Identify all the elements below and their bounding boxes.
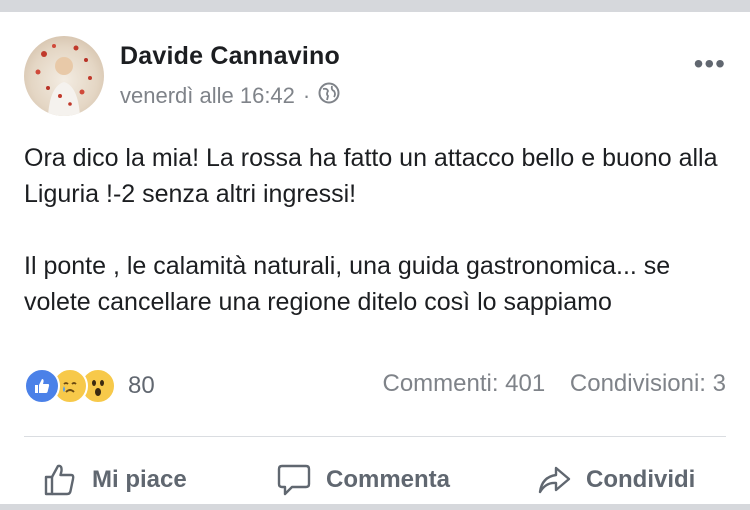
like-button[interactable]: Mi piace xyxy=(42,452,187,508)
post-card: Davide Cannavino venerdì alle 16:42 · ••… xyxy=(0,12,750,504)
avatar[interactable] xyxy=(24,36,104,116)
meta-separator: · xyxy=(302,83,311,108)
globe-icon xyxy=(318,82,340,110)
share-icon xyxy=(538,466,571,494)
post-body: Ora dico la mia! La rossa ha fatto un at… xyxy=(24,140,734,320)
post-paragraph: Ora dico la mia! La rossa ha fatto un at… xyxy=(24,144,718,208)
actions-divider xyxy=(24,436,726,437)
thumbs-up-icon xyxy=(44,464,75,496)
comment-icon xyxy=(277,464,311,496)
share-button[interactable]: Condividi xyxy=(536,452,695,508)
like-icon xyxy=(24,368,60,404)
post-header: Davide Cannavino venerdì alle 16:42 · ••… xyxy=(24,36,730,120)
post-actions: Mi piace Commenta Condividi xyxy=(0,452,750,508)
engagement-counts: Commenti: 401 Condivisioni: 3 xyxy=(382,370,726,398)
post-timestamp[interactable]: venerdì alle 16:42 xyxy=(120,83,295,109)
post-stats: 80 Commenti: 401 Condivisioni: 3 xyxy=(24,368,726,404)
share-label: Condividi xyxy=(586,466,696,493)
reactions-summary[interactable]: 80 xyxy=(24,368,155,404)
comment-button[interactable]: Commenta xyxy=(276,452,450,508)
shares-count-link[interactable]: Condivisioni: 3 xyxy=(570,370,726,397)
like-label: Mi piace xyxy=(92,466,187,493)
post-paragraph: Il ponte , le calamità naturali, una gui… xyxy=(24,252,671,316)
comment-label: Commenta xyxy=(326,466,451,493)
more-options-button[interactable]: ••• xyxy=(694,50,726,78)
comments-count-link[interactable]: Commenti: 401 xyxy=(382,370,545,397)
author-name[interactable]: Davide Cannavino xyxy=(120,42,340,71)
reaction-count: 80 xyxy=(128,372,155,399)
post-meta: venerdì alle 16:42 · xyxy=(120,82,340,110)
